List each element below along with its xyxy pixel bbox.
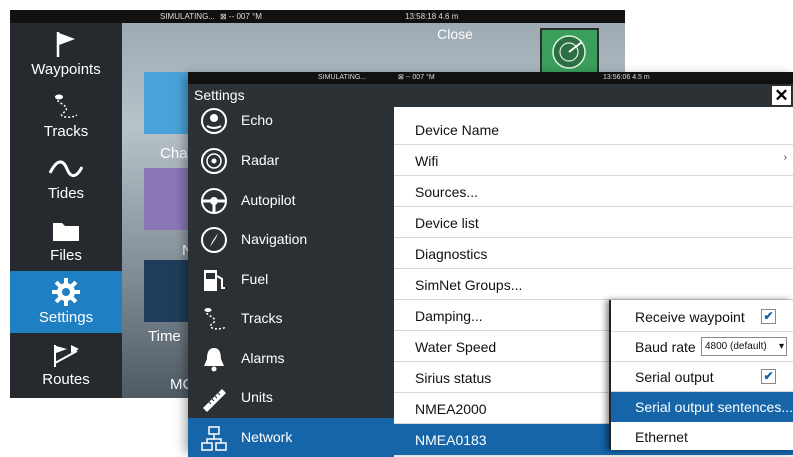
time-depth-readout: 13:58:18 4.6 m — [405, 10, 458, 23]
network-icon — [200, 424, 228, 452]
popup-item-serial-output-sentences[interactable]: Serial output sentences... — [611, 392, 793, 422]
sim-status: SIMULATING... — [160, 10, 215, 23]
radar-icon — [542, 30, 597, 75]
track-icon — [49, 91, 83, 121]
sidebar-item-autopilot[interactable]: Autopilot — [188, 181, 394, 221]
dialog-status-bar: SIMULATING... ⊠ -- 007 °M 13:56:06 4.5 m — [188, 72, 793, 84]
home-item-routes[interactable]: Routes — [10, 333, 122, 395]
radar-icon — [200, 147, 228, 175]
fuel-icon — [200, 266, 228, 294]
popup-item-serial-output[interactable]: Serial output ✔ — [611, 362, 793, 392]
chevron-right-icon: › — [784, 152, 787, 163]
heading-readout: ⊠ -- 007 °M — [398, 72, 435, 84]
menu-item-simnet-groups[interactable]: SimNet Groups... — [394, 269, 793, 300]
nmea0183-popup: Receive waypoint ✔ Baud rate 4800 (defau… — [609, 300, 793, 450]
sidebar-item-navigation[interactable]: Navigation — [188, 220, 394, 260]
chart-app-label: Cha — [160, 145, 188, 162]
baud-rate-select[interactable]: 4800 (default) ▾ — [701, 337, 787, 356]
sidebar-item-fuel[interactable]: Fuel — [188, 260, 394, 300]
sidebar-item-radar[interactable]: Radar — [188, 141, 394, 181]
home-item-waypoints[interactable]: Waypoints — [10, 23, 122, 85]
gear-icon — [49, 277, 83, 307]
receive-waypoint-checkbox[interactable]: ✔ — [761, 309, 776, 324]
heading-readout: ⊠ -- 007 °M — [220, 10, 262, 23]
folder-icon — [49, 215, 83, 245]
serial-output-checkbox[interactable]: ✔ — [761, 369, 776, 384]
sidebar-item-echo[interactable]: Echo — [188, 101, 394, 141]
time-depth-readout: 13:56:06 4.5 m — [603, 72, 650, 84]
sidebar-item-tracks[interactable]: Tracks — [188, 299, 394, 339]
baud-rate-value: 4800 (default) — [705, 341, 767, 352]
track-icon — [200, 305, 228, 333]
sidebar-item-alarms[interactable]: Alarms — [188, 339, 394, 379]
route-icon — [49, 339, 83, 369]
echo-icon — [200, 107, 228, 135]
sidebar-item-network[interactable]: Network — [188, 418, 394, 457]
radar-app-tile[interactable] — [540, 28, 599, 77]
ruler-icon — [200, 384, 228, 412]
time-app-label: Time — [148, 328, 181, 345]
compass-icon — [200, 226, 228, 254]
popup-item-ethernet[interactable]: Ethernet — [611, 422, 793, 452]
menu-item-device-name[interactable]: Device Name — [394, 114, 793, 145]
flag-icon — [49, 29, 83, 59]
settings-sidebar: Echo Radar Autopilot Navigation — [188, 107, 394, 450]
popup-item-receive-waypoint[interactable]: Receive waypoint ✔ — [611, 302, 793, 332]
background-status-bar: SIMULATING... ⊠ -- 007 °M 13:58:18 4.6 m — [10, 10, 625, 23]
bell-icon — [200, 345, 228, 373]
menu-item-diagnostics[interactable]: Diagnostics — [394, 238, 793, 269]
sidebar-item-units[interactable]: Units — [188, 378, 394, 418]
home-item-files[interactable]: Files — [10, 209, 122, 271]
menu-item-sources[interactable]: Sources... — [394, 176, 793, 207]
helm-icon — [200, 187, 228, 215]
close-icon[interactable]: ✕ — [772, 86, 791, 105]
chevron-down-icon: ▾ — [779, 338, 784, 355]
home-left-bar: Waypoints Tracks Tides Files — [10, 23, 122, 398]
menu-item-wifi[interactable]: Wifi › — [394, 145, 793, 176]
home-item-settings[interactable]: Settings — [10, 271, 122, 333]
menu-item-device-list[interactable]: Device list — [394, 207, 793, 238]
home-item-tracks[interactable]: Tracks — [10, 85, 122, 147]
popup-item-baud-rate: Baud rate 4800 (default) ▾ — [611, 332, 793, 362]
sim-status: SIMULATING... — [318, 72, 366, 84]
close-button[interactable]: Close — [400, 23, 510, 53]
wave-icon — [49, 153, 83, 183]
home-item-tides[interactable]: Tides — [10, 147, 122, 209]
